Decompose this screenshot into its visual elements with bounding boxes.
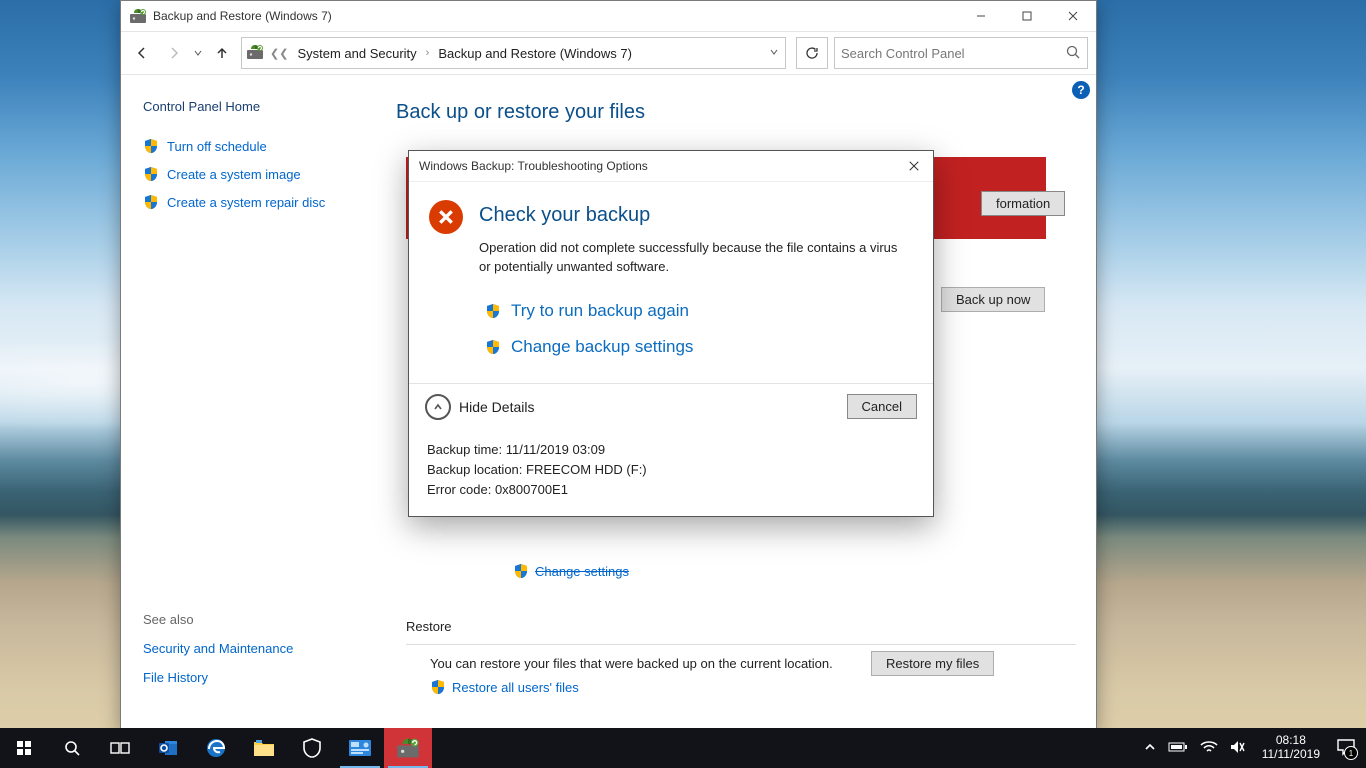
dialog-close-button[interactable] — [899, 151, 929, 181]
history-dropdown[interactable] — [193, 40, 203, 66]
sidebar-item-label: Turn off schedule — [167, 139, 267, 154]
minimize-button[interactable] — [958, 1, 1004, 31]
backup-time-value: 11/11/2019 03:09 — [506, 442, 605, 457]
shield-icon — [513, 563, 529, 579]
help-icon[interactable]: ? — [1072, 81, 1090, 99]
chevron-right-icon[interactable]: › — [424, 47, 432, 59]
error-code-label: Error code: — [427, 482, 491, 497]
chevron-up-icon — [425, 394, 451, 420]
start-button[interactable] — [0, 728, 48, 768]
see-also: See also Security and Maintenance File H… — [143, 612, 293, 699]
refresh-button[interactable] — [796, 37, 828, 69]
chevron-right-icon[interactable]: ❮❮ — [268, 47, 290, 60]
backup-location-value: FREECOM HDD (F:) — [526, 462, 647, 477]
shield-icon — [143, 166, 159, 182]
error-code-value: 0x800700E1 — [495, 482, 568, 497]
control-panel-home-link[interactable]: Control Panel Home — [143, 99, 386, 114]
sidebar-item-create-system-image[interactable]: Create a system image — [143, 166, 386, 182]
maximize-button[interactable] — [1004, 1, 1050, 31]
task-view-button[interactable] — [96, 728, 144, 768]
search-placeholder: Search Control Panel — [841, 46, 965, 61]
notification-badge: 1 — [1344, 746, 1358, 760]
sidebar: Control Panel Home Turn off schedule Cre… — [121, 75, 386, 731]
action-center-button[interactable]: 1 — [1336, 738, 1356, 758]
taskbar-security[interactable] — [288, 728, 336, 768]
sidebar-item-label: Create a system repair disc — [167, 195, 325, 210]
titlebar[interactable]: Backup and Restore (Windows 7) — [121, 1, 1096, 32]
see-also-file-history[interactable]: File History — [143, 670, 293, 685]
taskbar-search[interactable] — [48, 728, 96, 768]
forward-button[interactable] — [161, 40, 187, 66]
shield-icon — [485, 303, 501, 319]
taskbar-edge[interactable] — [192, 728, 240, 768]
restore-all-users-link[interactable]: Restore all users' files — [430, 679, 1020, 695]
sidebar-item-create-repair-disc[interactable]: Create a system repair disc — [143, 194, 386, 210]
dialog-title: Windows Backup: Troubleshooting Options — [419, 159, 648, 173]
taskbar-outlook[interactable] — [144, 728, 192, 768]
shield-icon — [430, 679, 446, 695]
restore-heading: Restore — [406, 619, 1076, 634]
change-settings-link[interactable]: Change settings — [513, 563, 629, 579]
back-button[interactable] — [129, 40, 155, 66]
taskbar[interactable]: 08:18 11/11/2019 1 — [0, 728, 1366, 768]
taskbar-file-explorer[interactable] — [240, 728, 288, 768]
shield-icon — [485, 339, 501, 355]
change-backup-settings-link[interactable]: Change backup settings — [485, 337, 911, 357]
sidebar-item-turn-off-schedule[interactable]: Turn off schedule — [143, 138, 386, 154]
system-tray: 08:18 11/11/2019 1 — [1134, 728, 1366, 768]
hide-details-toggle[interactable]: Hide Details — [425, 394, 534, 420]
address-bar[interactable]: ❮❮ System and Security › Backup and Rest… — [241, 37, 786, 69]
taskbar-clock[interactable]: 08:18 11/11/2019 — [1262, 734, 1320, 762]
breadcrumb-b[interactable]: Backup and Restore (Windows 7) — [435, 46, 635, 61]
troubleshooting-dialog: Windows Backup: Troubleshooting Options … — [408, 150, 934, 517]
cancel-button[interactable]: Cancel — [847, 394, 917, 419]
nav-toolbar: ❮❮ System and Security › Backup and Rest… — [121, 32, 1096, 75]
taskbar-backup-app[interactable] — [384, 728, 432, 768]
dialog-titlebar[interactable]: Windows Backup: Troubleshooting Options — [409, 151, 933, 182]
address-dropdown[interactable] — [767, 47, 781, 60]
see-also-heading: See also — [143, 612, 293, 627]
search-input[interactable]: Search Control Panel — [834, 37, 1088, 69]
address-icon — [246, 43, 264, 64]
manage-information-button[interactable]: formation — [981, 191, 1065, 216]
page-title: Back up or restore your files — [396, 101, 1076, 124]
sidebar-item-label: Create a system image — [167, 167, 301, 182]
tray-overflow[interactable] — [1144, 741, 1156, 756]
up-button[interactable] — [209, 40, 235, 66]
restore-my-files-button[interactable]: Restore my files — [871, 651, 994, 676]
window-title: Backup and Restore (Windows 7) — [153, 9, 332, 23]
backup-location-label: Backup location: — [427, 462, 522, 477]
battery-icon[interactable] — [1168, 741, 1188, 756]
see-also-security[interactable]: Security and Maintenance — [143, 641, 293, 656]
app-icon — [129, 7, 147, 25]
dialog-message: Operation did not complete successfully … — [479, 239, 911, 277]
clock-time: 08:18 — [1262, 734, 1320, 748]
shield-icon — [143, 138, 159, 154]
dialog-heading: Check your backup — [479, 204, 911, 227]
dialog-details: Backup time: 11/11/2019 03:09 Backup loc… — [409, 430, 933, 516]
clock-date: 11/11/2019 — [1262, 748, 1320, 762]
error-icon — [429, 200, 463, 234]
breadcrumb-a[interactable]: System and Security — [294, 46, 419, 61]
shield-icon — [143, 194, 159, 210]
wifi-icon[interactable] — [1200, 740, 1218, 757]
close-button[interactable] — [1050, 1, 1096, 31]
taskbar-control-panel[interactable] — [336, 728, 384, 768]
run-backup-again-link[interactable]: Try to run backup again — [485, 301, 911, 321]
search-icon — [1065, 44, 1081, 63]
back-up-now-button[interactable]: Back up now — [941, 287, 1045, 312]
volume-icon[interactable] — [1230, 740, 1246, 757]
backup-time-label: Backup time: — [427, 442, 502, 457]
